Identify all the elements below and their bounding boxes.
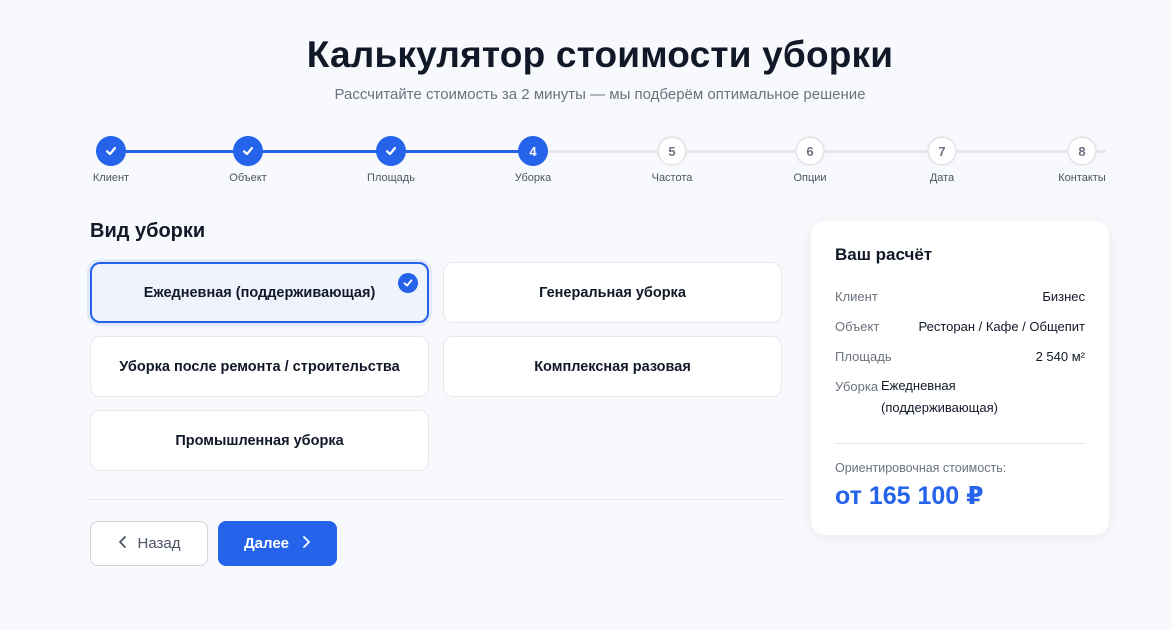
option-label: Ежедневная (поддерживающая) <box>143 284 376 301</box>
summary-title: Ваш расчёт <box>835 245 933 264</box>
back-button-label: Назад <box>137 535 181 552</box>
step-number: 6 <box>795 136 825 166</box>
step-label: Контакты <box>1058 172 1106 184</box>
back-button[interactable]: Назад <box>90 521 208 566</box>
selected-check-icon <box>398 273 418 293</box>
step-label: Опции <box>793 172 827 184</box>
step-label: Дата <box>929 172 955 184</box>
summary-divider <box>835 443 1085 444</box>
check-icon <box>96 136 126 166</box>
option-label: Уборка после ремонта / строительства <box>119 358 400 375</box>
step-date[interactable]: 7 Дата <box>902 136 982 184</box>
progress-stepper: Клиент Объект Площадь 4 Уборка 5 Частота… <box>0 136 1172 196</box>
summary-key: Площадь <box>835 349 892 364</box>
step-area[interactable]: Площадь <box>351 136 431 184</box>
check-icon <box>233 136 263 166</box>
step-contacts[interactable]: 8 Контакты <box>1042 136 1122 184</box>
summary-value: Бизнес <box>1042 289 1085 304</box>
summary-value: Ресторан / Кафе / Общепит <box>918 319 1086 334</box>
step-number: 4 <box>518 136 548 166</box>
chevron-left-icon <box>118 535 128 552</box>
estimate-value: от 165 100 ₽ <box>835 482 984 510</box>
summary-card: Ваш расчёт Клиент Бизнес Объект Ресторан… <box>811 221 1109 535</box>
stepper-track-progress <box>96 150 533 153</box>
option-general-cleaning[interactable]: Генеральная уборка <box>443 262 782 323</box>
summary-value: 2 540 м² <box>1035 349 1085 364</box>
section-title: Вид уборки <box>90 220 206 242</box>
option-complex-one-time-cleaning[interactable]: Комплексная разовая <box>443 336 782 397</box>
step-client[interactable]: Клиент <box>71 136 151 184</box>
page-title: Калькулятор стоимости уборки <box>306 34 894 75</box>
check-icon <box>376 136 406 166</box>
chevron-right-icon <box>301 535 311 552</box>
step-label: Объект <box>229 172 267 184</box>
option-post-renovation-cleaning[interactable]: Уборка после ремонта / строительства <box>90 336 429 397</box>
calculator-page: Калькулятор стоимости уборки Рассчитайте… <box>0 0 1172 630</box>
step-number: 5 <box>657 136 687 166</box>
step-label: Уборка <box>514 172 552 184</box>
option-industrial-cleaning[interactable]: Промышленная уборка <box>90 410 429 471</box>
summary-key: Объект <box>835 319 880 334</box>
step-label: Частота <box>651 172 693 184</box>
step-object[interactable]: Объект <box>208 136 288 184</box>
option-label: Промышленная уборка <box>175 432 344 449</box>
estimate-label: Ориентировочная стоимость: <box>835 461 1007 475</box>
next-button[interactable]: Далее <box>218 521 337 566</box>
step-cleaning[interactable]: 4 Уборка <box>493 136 573 184</box>
summary-value: Ежедневная (поддерживающая) <box>881 378 998 415</box>
step-frequency[interactable]: 5 Частота <box>632 136 712 184</box>
step-number: 8 <box>1067 136 1097 166</box>
step-number: 7 <box>927 136 957 166</box>
next-button-label: Далее <box>243 535 290 552</box>
option-label: Комплексная разовая <box>534 358 691 375</box>
summary-key: Уборка <box>835 379 879 394</box>
step-label: Площадь <box>367 172 415 184</box>
step-label: Клиент <box>92 172 130 184</box>
step-options[interactable]: 6 Опции <box>770 136 850 184</box>
option-daily-cleaning[interactable]: Ежедневная (поддерживающая) <box>90 262 429 323</box>
summary-key: Клиент <box>835 289 878 304</box>
page-subtitle: Рассчитайте стоимость за 2 минуты — мы п… <box>334 86 866 103</box>
option-label: Генеральная уборка <box>539 284 686 301</box>
section-divider <box>90 499 782 500</box>
